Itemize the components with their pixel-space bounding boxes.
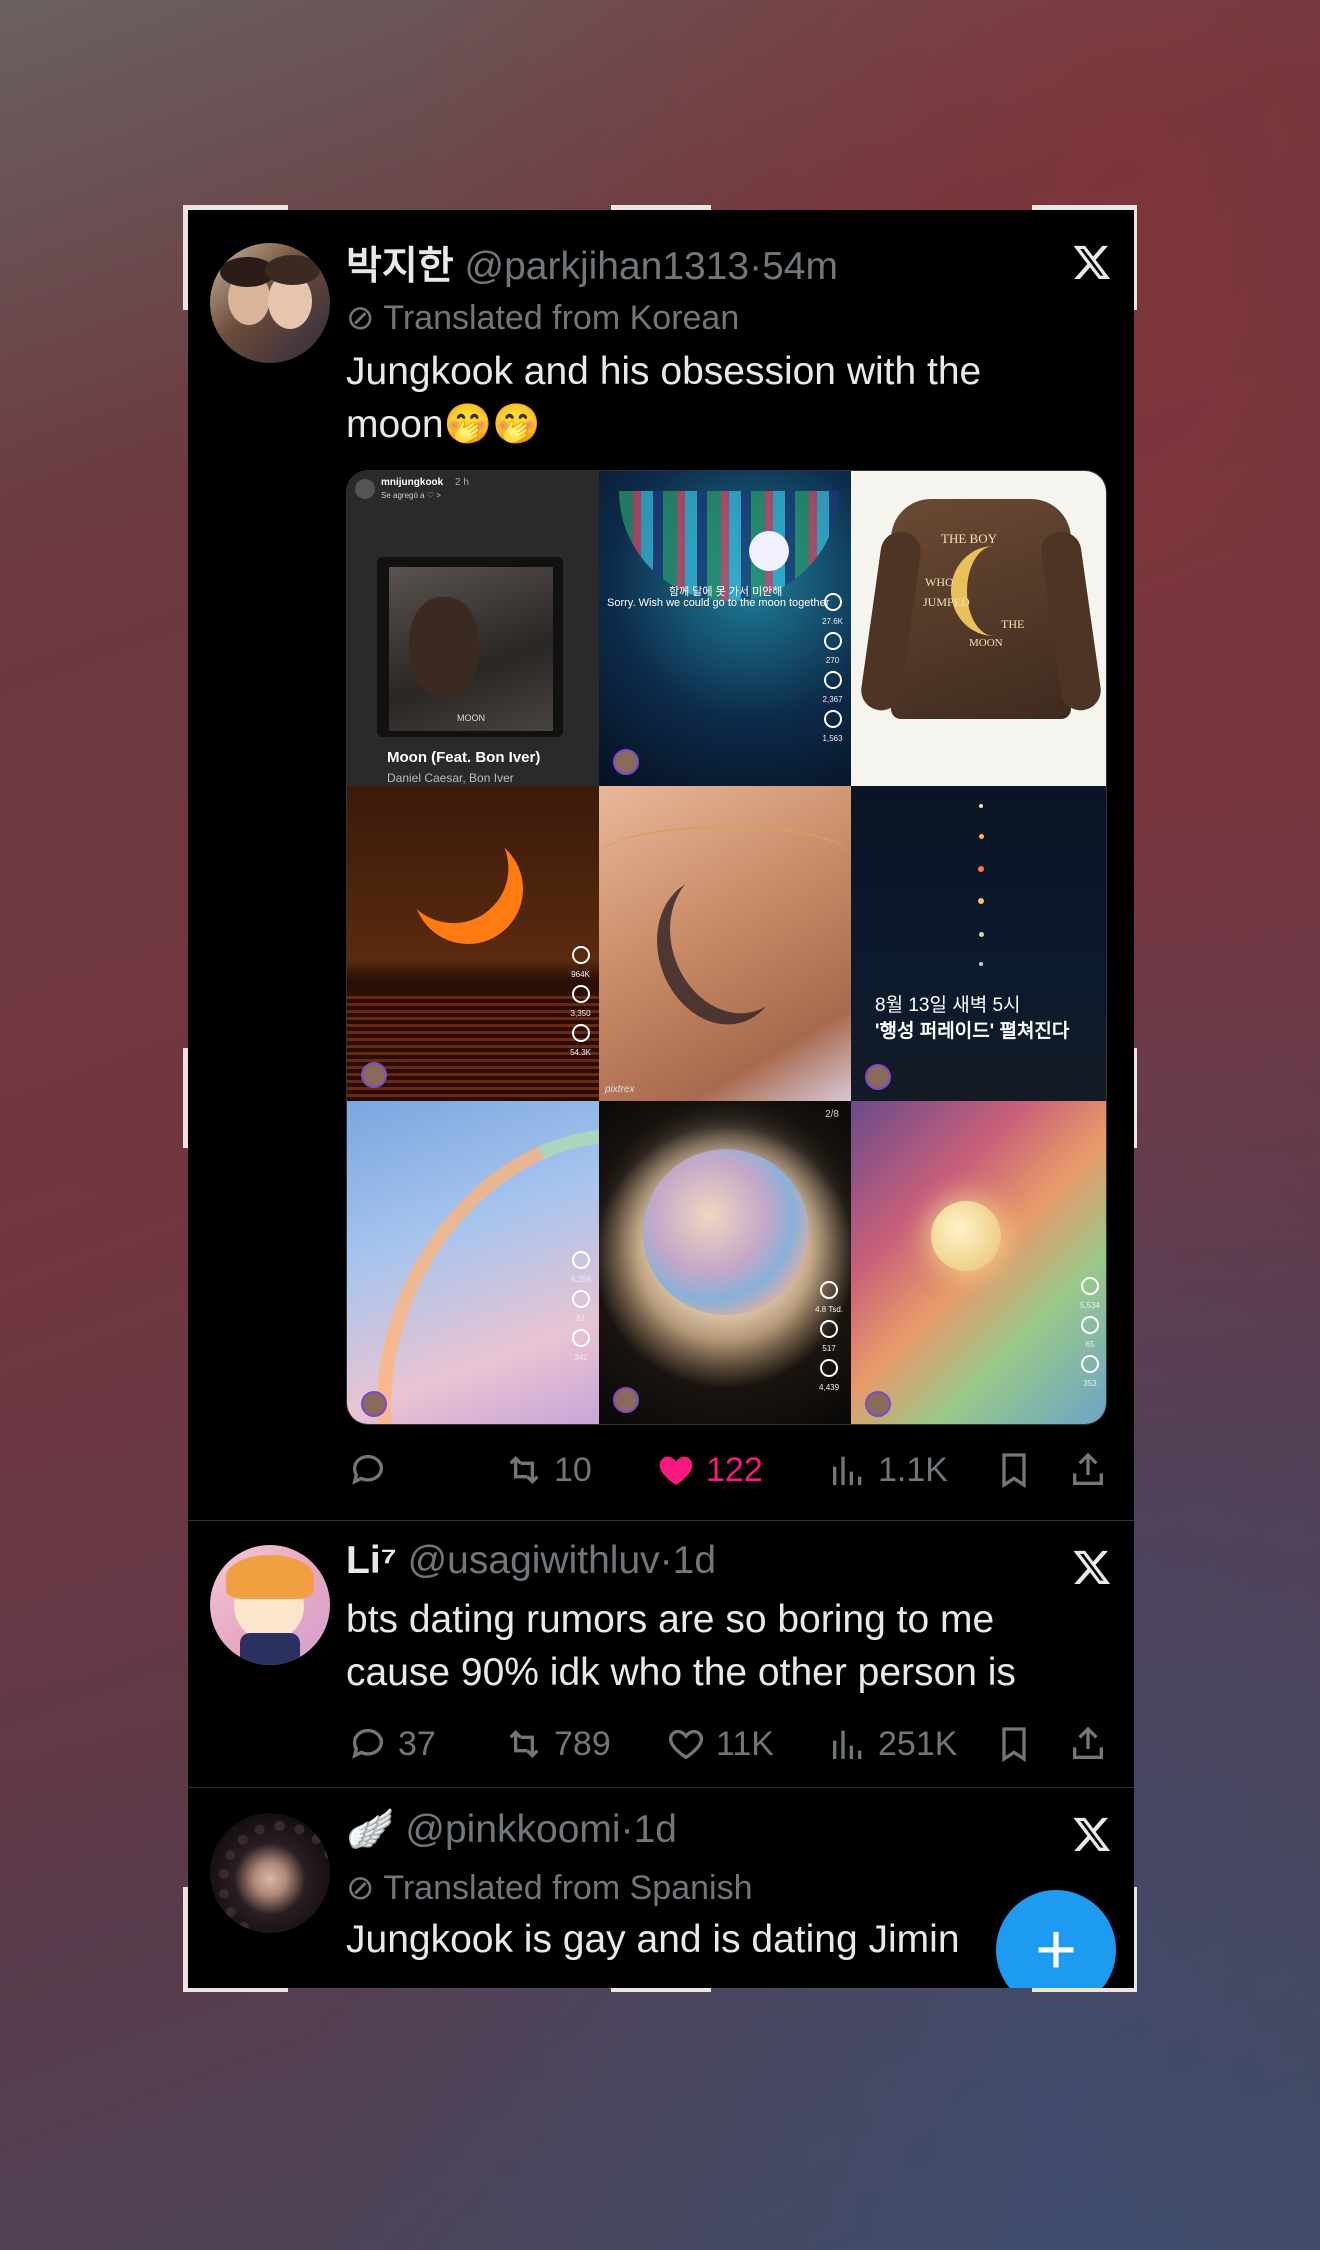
- tweet-header: Li⁷ @usagiwithluv·1d: [346, 1539, 716, 1583]
- timestamp[interactable]: 54m: [762, 245, 838, 288]
- avatar: [361, 1062, 387, 1088]
- tweet[interactable]: 박지한 @parkjihan1313·54m ⊘ Translated from…: [188, 210, 1134, 1520]
- media-anime-moon[interactable]: 함께 달에 못 가서 미안해 Sorry. Wish we could go t…: [599, 471, 851, 786]
- handle[interactable]: @parkjihan1313: [464, 245, 749, 288]
- retweet-icon: [509, 1729, 539, 1759]
- tweet[interactable]: 🪽 @pinkkoomi·1d ⊘ Translated from Spanis…: [188, 1788, 1134, 1988]
- reel-stats: 27.6K 270 2,367 1,563: [822, 593, 843, 743]
- share-icon: [1073, 1452, 1103, 1485]
- tweet-text: Jungkook and his obsession with the moon…: [346, 350, 982, 446]
- media-jacket[interactable]: THE BOY WHO JUMPED THE MOON: [851, 471, 1106, 786]
- translate-icon: ⊘: [346, 299, 375, 337]
- media-moon-tattoo[interactable]: pixtrex: [599, 786, 851, 1101]
- tweet-text: bts dating rumors are so boring to me ca…: [346, 1598, 1016, 1694]
- x-logo-icon: [1073, 1817, 1111, 1851]
- translated-label[interactable]: ⊘ Translated from Korean: [346, 298, 739, 338]
- reel-stats: 5,534 65 353: [1080, 1277, 1100, 1388]
- media-grid[interactable]: mnijungkook 2 h Se agregó a ♡ > MOON Moo…: [346, 470, 1107, 1425]
- like-button[interactable]: 11K: [666, 1714, 774, 1774]
- retweet-icon: [509, 1455, 539, 1485]
- share-button[interactable]: [1068, 1714, 1108, 1774]
- plus-icon: +: [1034, 1910, 1078, 1988]
- watermark: pixtrex: [605, 1084, 635, 1095]
- retweet-button[interactable]: 789: [504, 1714, 611, 1774]
- heart-filled-icon: [659, 1456, 693, 1485]
- reel-stats: 964K 3,350 54.3K: [570, 946, 591, 1057]
- translated-label[interactable]: ⊘ Translated from Spanish: [346, 1868, 752, 1908]
- planet-line1: 8월 13일 새벽 5시: [875, 995, 1021, 1016]
- media-rainbow-moon[interactable]: 5,534 65 353: [851, 1101, 1106, 1424]
- song-title: Moon (Feat. Bon Iver): [387, 749, 541, 766]
- x-logo-icon: [1073, 1550, 1111, 1584]
- timestamp[interactable]: 1d: [673, 1539, 716, 1582]
- avatar[interactable]: [210, 1545, 330, 1665]
- avatar: [361, 1391, 387, 1417]
- views-icon: [833, 1730, 862, 1759]
- story-time: 2 h: [455, 477, 469, 488]
- dot-separator: ·: [620, 1808, 634, 1851]
- avatar: [613, 1387, 639, 1413]
- translate-icon: ⊘: [346, 1869, 375, 1907]
- media-counter: 2/8: [825, 1109, 839, 1120]
- tweet[interactable]: Li⁷ @usagiwithluv·1d bts dating rumors a…: [188, 1521, 1134, 1786]
- bookmark-button[interactable]: [994, 1714, 1034, 1774]
- reply-icon: [352, 1728, 383, 1759]
- caption-en: Sorry. Wish we could go to the moon toge…: [607, 597, 830, 609]
- display-name[interactable]: 🪽: [346, 1808, 395, 1851]
- bookmark-icon: [1002, 1453, 1026, 1489]
- avatar: [865, 1064, 891, 1090]
- avatar[interactable]: [210, 243, 330, 363]
- tweet-actions: 10 122 1.1K: [346, 1440, 1106, 1500]
- reel-stats: 5,256 61 342: [571, 1251, 591, 1362]
- views-button[interactable]: 1.1K: [828, 1440, 948, 1500]
- display-name[interactable]: Li⁷: [346, 1539, 397, 1582]
- dot-separator: ·: [659, 1539, 673, 1582]
- avatar: [865, 1391, 891, 1417]
- bookmark-icon: [1002, 1727, 1026, 1763]
- handle[interactable]: @usagiwithluv: [408, 1539, 660, 1582]
- retweet-button[interactable]: 10: [504, 1440, 592, 1500]
- album-art: MOON: [389, 567, 553, 731]
- handle[interactable]: @pinkkoomi: [405, 1808, 620, 1851]
- reply-button[interactable]: [348, 1440, 398, 1500]
- like-button[interactable]: 122: [656, 1440, 763, 1500]
- views-icon: [833, 1456, 862, 1485]
- media-crescent-sunset[interactable]: 964K 3,350 54.3K: [347, 786, 599, 1101]
- media-full-moon[interactable]: 2/8 4.8 Tsd. 517 4,439: [599, 1101, 851, 1424]
- tweet-header: 박지한 @parkjihan1313·54m: [346, 235, 838, 291]
- tweet-text: Jungkook is gay and is dating Jimin: [346, 1918, 960, 1961]
- reel-stats: 4.8 Tsd. 517 4,439: [815, 1281, 843, 1392]
- dot-separator: ·: [749, 245, 763, 288]
- avatar: [613, 749, 639, 775]
- tweet-actions: 37 789 11K 251K: [346, 1714, 1106, 1774]
- story-sub: Se agregó a ♡ >: [381, 491, 441, 500]
- tweet-header: 🪽 @pinkkoomi·1d: [346, 1806, 677, 1852]
- x-logo-icon: [1073, 245, 1111, 279]
- media-spotify-story[interactable]: mnijungkook 2 h Se agregó a ♡ > MOON Moo…: [347, 471, 599, 786]
- story-account: mnijungkook: [381, 477, 444, 488]
- display-name[interactable]: 박지한: [346, 245, 454, 288]
- timeline-card: 박지한 @parkjihan1313·54m ⊘ Translated from…: [188, 210, 1134, 1988]
- media-planet-parade[interactable]: 8월 13일 새벽 5시 '행성 퍼레이드' 펼쳐진다: [851, 786, 1106, 1101]
- song-artist: Daniel Caesar, Bon Iver: [387, 771, 514, 785]
- heart-icon: [668, 1729, 704, 1760]
- avatar[interactable]: [210, 1813, 330, 1933]
- timestamp[interactable]: 1d: [634, 1808, 677, 1851]
- reply-icon: [352, 1454, 383, 1485]
- share-icon: [1073, 1726, 1103, 1759]
- bookmark-button[interactable]: [994, 1440, 1034, 1500]
- media-rainbow-sky[interactable]: 5,256 61 342: [347, 1101, 599, 1424]
- reply-button[interactable]: 37: [348, 1714, 436, 1774]
- planet-line2: '행성 퍼레이드' 펼쳐진다: [875, 1021, 1070, 1042]
- share-button[interactable]: [1068, 1440, 1108, 1500]
- views-button[interactable]: 251K: [828, 1714, 957, 1774]
